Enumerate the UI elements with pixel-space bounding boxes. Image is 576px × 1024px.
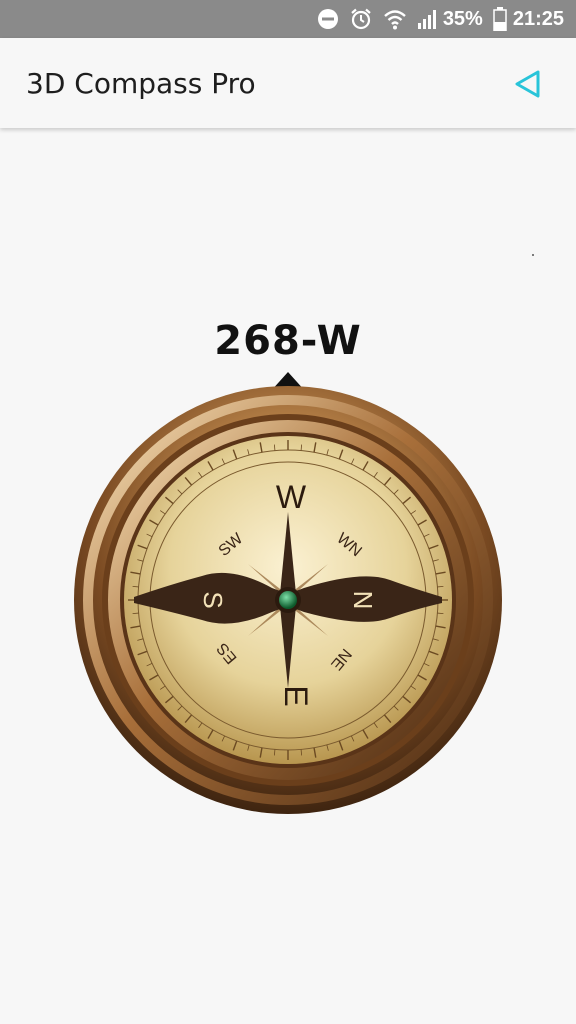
wifi-icon (383, 8, 407, 30)
cardinal-left-label: S (198, 591, 228, 608)
degree-tick (274, 749, 276, 756)
compass-dial[interactable]: W E S N SW WN ES NE (72, 384, 504, 816)
app-title: 3D Compass Pro (26, 66, 256, 100)
app-bar: 3D Compass Pro (0, 38, 576, 128)
cardinal-top-label: W (276, 479, 307, 515)
status-bar: 35% 21:25 (0, 0, 576, 38)
degree-tick (274, 444, 276, 451)
clock: 21:25 (512, 7, 564, 30)
battery-icon (493, 7, 507, 31)
degree-tick (300, 444, 302, 451)
share-triangle-icon (515, 70, 540, 98)
cardinal-bottom-label: E (278, 685, 314, 706)
do-not-disturb-icon (317, 8, 339, 30)
share-button[interactable] (512, 69, 542, 99)
degree-tick (437, 612, 444, 614)
battery-percent: 35% (442, 7, 483, 30)
signal-icon (417, 9, 437, 29)
degree-tick (132, 612, 139, 614)
heading-readout: 268-W (214, 318, 362, 364)
alarm-icon (349, 7, 373, 31)
degree-tick (132, 586, 139, 588)
cardinal-right-label: N (348, 591, 378, 610)
degree-tick (437, 586, 444, 588)
degree-tick (300, 749, 302, 756)
speck (532, 254, 534, 256)
